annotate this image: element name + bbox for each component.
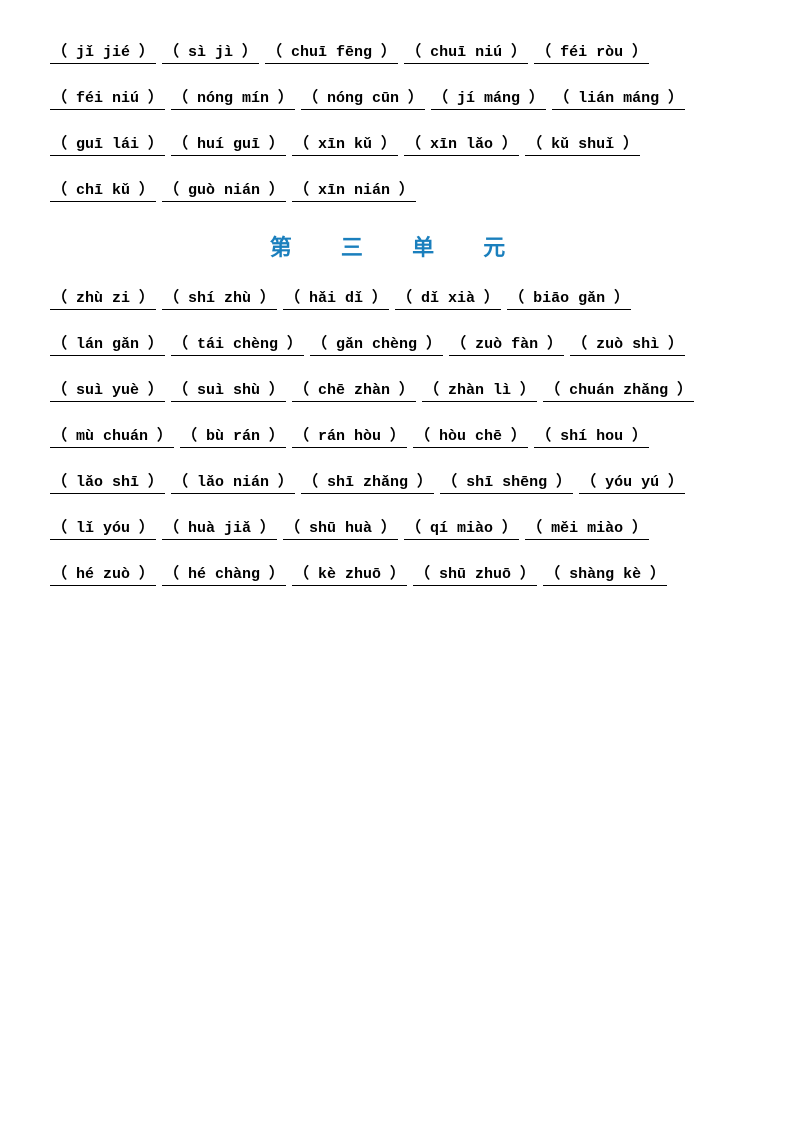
item: （ chuī niú ） bbox=[404, 40, 528, 64]
item: （ zuò shì ） bbox=[570, 332, 685, 356]
item: （ féi niú ） bbox=[50, 86, 165, 110]
item: （ rán hòu ） bbox=[292, 424, 407, 448]
line-6: （ lán gǎn ） （ tái chèng ） （ gǎn chèng ） … bbox=[50, 332, 743, 356]
line-8: （ mù chuán ） （ bù rán ） （ rán hòu ） （ hò… bbox=[50, 424, 743, 448]
item: （ tái chèng ） bbox=[171, 332, 304, 356]
item: （ guī lái ） bbox=[50, 132, 165, 156]
item: （ nóng mín ） bbox=[171, 86, 295, 110]
item: （ huí guī ） bbox=[171, 132, 286, 156]
line-11: （ hé zuò ） （ hé chàng ） （ kè zhuō ） （ sh… bbox=[50, 562, 743, 586]
item: （ sì jì ） bbox=[162, 40, 259, 64]
item: （ lǐ yóu ） bbox=[50, 516, 156, 540]
item: （ yóu yú ） bbox=[579, 470, 685, 494]
item: （ mù chuán ） bbox=[50, 424, 174, 448]
item: （ chuán zhǎng ） bbox=[543, 378, 694, 402]
item: （ chī kǔ ） bbox=[50, 178, 156, 202]
item: （ nóng cūn ） bbox=[301, 86, 425, 110]
item: （ dǐ xià ） bbox=[395, 286, 501, 310]
chapter-title: 第 三 单 元 bbox=[50, 230, 743, 262]
item: （ hòu chē ） bbox=[413, 424, 528, 448]
item: （ shí hou ） bbox=[534, 424, 649, 448]
item: （ jǐ jié ） bbox=[50, 40, 156, 64]
item: （ lán gǎn ） bbox=[50, 332, 165, 356]
item: （ féi ròu ） bbox=[534, 40, 649, 64]
item: （ gǎn chèng ） bbox=[310, 332, 443, 356]
section-1: （ jǐ jié ） （ sì jì ） （ chuī fēng ） （ chu… bbox=[50, 40, 743, 202]
line-5: （ zhù zi ） （ shí zhù ） （ hǎi dǐ ） （ dǐ x… bbox=[50, 286, 743, 310]
section-2: （ zhù zi ） （ shí zhù ） （ hǎi dǐ ） （ dǐ x… bbox=[50, 286, 743, 586]
item: （ bù rán ） bbox=[180, 424, 286, 448]
item: （ kǔ shuǐ ） bbox=[525, 132, 640, 156]
item: （ biāo gǎn ） bbox=[507, 286, 631, 310]
item: （ chē zhàn ） bbox=[292, 378, 416, 402]
chapter-title-text: 第 三 单 元 bbox=[270, 237, 524, 262]
item: （ suì yuè ） bbox=[50, 378, 165, 402]
item: （ měi miào ） bbox=[525, 516, 649, 540]
item: （ guò nián ） bbox=[162, 178, 286, 202]
item: （ xīn kǔ ） bbox=[292, 132, 398, 156]
item: （ shū huà ） bbox=[283, 516, 398, 540]
item: （ zuò fàn ） bbox=[449, 332, 564, 356]
item: （ zhàn lì ） bbox=[422, 378, 537, 402]
item: （ qí miào ） bbox=[404, 516, 519, 540]
line-7: （ suì yuè ） （ suì shù ） （ chē zhàn ） （ z… bbox=[50, 378, 743, 402]
line-2: （ féi niú ） （ nóng mín ） （ nóng cūn ） （ … bbox=[50, 86, 743, 110]
item: （ shī zhǎng ） bbox=[301, 470, 434, 494]
item: （ shí zhù ） bbox=[162, 286, 277, 310]
item: （ shū zhuō ） bbox=[413, 562, 537, 586]
item: （ jí máng ） bbox=[431, 86, 546, 110]
item: （ lǎo nián ） bbox=[171, 470, 295, 494]
item: （ xīn lǎo ） bbox=[404, 132, 519, 156]
item: （ suì shù ） bbox=[171, 378, 286, 402]
item: （ lǎo shī ） bbox=[50, 470, 165, 494]
item: （ xīn nián ） bbox=[292, 178, 416, 202]
item: （ zhù zi ） bbox=[50, 286, 156, 310]
item: （ shī shēng ） bbox=[440, 470, 573, 494]
line-3: （ guī lái ） （ huí guī ） （ xīn kǔ ） （ xīn… bbox=[50, 132, 743, 156]
line-1: （ jǐ jié ） （ sì jì ） （ chuī fēng ） （ chu… bbox=[50, 40, 743, 64]
item: （ hé chàng ） bbox=[162, 562, 286, 586]
item: （ hé zuò ） bbox=[50, 562, 156, 586]
item: （ hǎi dǐ ） bbox=[283, 286, 389, 310]
item: （ huà jiǎ ） bbox=[162, 516, 277, 540]
item: （ lián máng ） bbox=[552, 86, 685, 110]
item: （ shàng kè ） bbox=[543, 562, 667, 586]
line-4: （ chī kǔ ） （ guò nián ） （ xīn nián ） bbox=[50, 178, 743, 202]
line-10: （ lǐ yóu ） （ huà jiǎ ） （ shū huà ） （ qí … bbox=[50, 516, 743, 540]
page-content: （ jǐ jié ） （ sì jì ） （ chuī fēng ） （ chu… bbox=[50, 40, 743, 586]
item: （ chuī fēng ） bbox=[265, 40, 398, 64]
item: （ kè zhuō ） bbox=[292, 562, 407, 586]
line-9: （ lǎo shī ） （ lǎo nián ） （ shī zhǎng ） （… bbox=[50, 470, 743, 494]
